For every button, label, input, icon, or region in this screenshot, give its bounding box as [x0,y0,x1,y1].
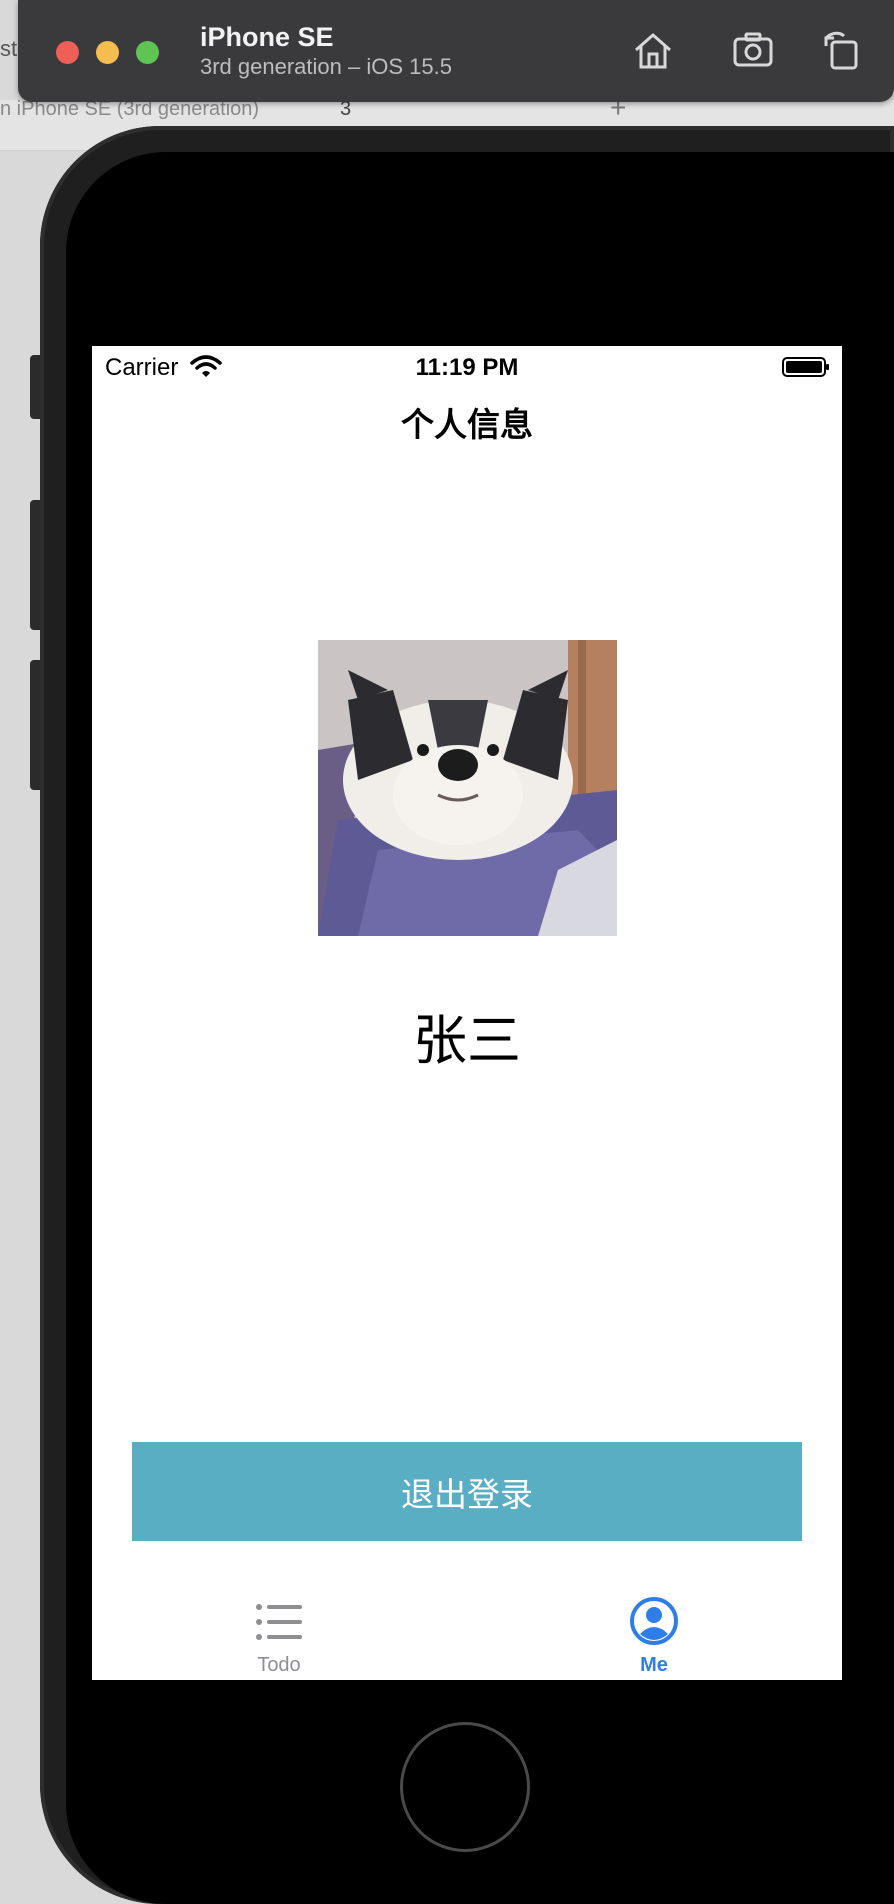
screenshot-icon[interactable] [730,28,776,74]
zoom-window-button[interactable] [136,41,159,64]
close-window-button[interactable] [56,41,79,64]
device-name: iPhone SE [200,22,334,52]
user-name: 张三 [413,1011,521,1071]
battery-icon [782,357,829,377]
minimize-window-button[interactable] [96,41,119,64]
tab-todo-label: Todo [257,1654,301,1676]
volume-up-button [30,500,40,630]
avatar [318,640,617,936]
tab-me-label: Me [640,1654,668,1676]
tab-todo[interactable]: Todo [179,1576,379,1680]
tab-bar: Todo Me [92,1576,842,1680]
home-icon[interactable] [630,28,676,74]
simulator-title-bar: iPhone SE 3rd generation – iOS 15.5 [18,0,894,102]
logout-button[interactable]: 退出登录 [132,1442,802,1541]
app-screen: Carrier 11:19 PM 个人信息 张三 退出登录 Todo Me [92,346,842,1680]
device-os-version: 3rd generation – iOS 15.5 [200,54,452,79]
status-bar: Carrier 11:19 PM [92,346,842,386]
tab-me[interactable]: Me [554,1576,754,1680]
volume-down-button [30,660,40,790]
status-time: 11:19 PM [415,354,519,381]
person-circle-icon [630,1597,678,1645]
list-icon [256,1604,302,1640]
rotate-icon[interactable] [818,28,864,74]
device-home-button[interactable] [400,1722,530,1852]
page-title: 个人信息 [401,406,533,443]
mute-switch [30,355,40,419]
host-window-fragment: st [0,36,18,61]
